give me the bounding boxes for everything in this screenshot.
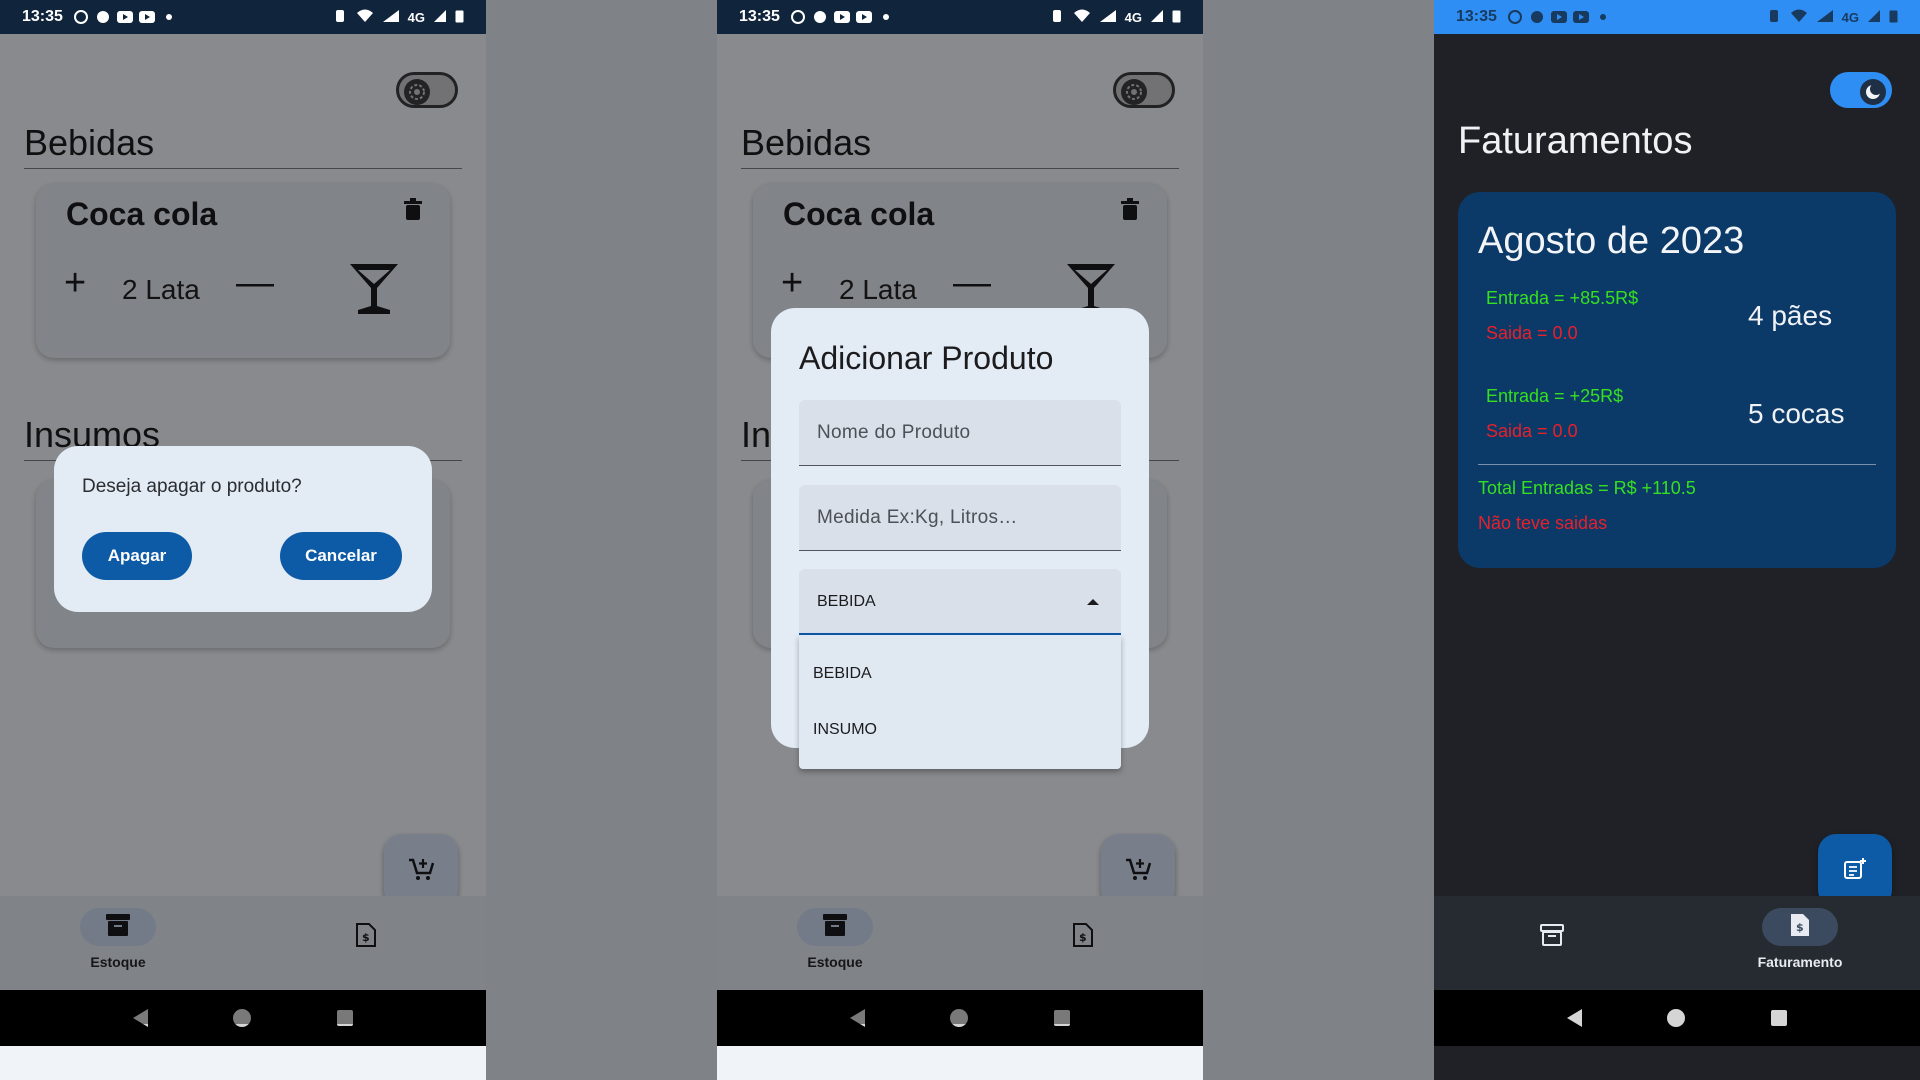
invoice-icon: $ (1790, 913, 1810, 942)
option-insumo[interactable]: INSUMO (813, 721, 877, 739)
archive-icon (1540, 923, 1564, 951)
battery-icon (1889, 9, 1898, 26)
entry-income: Entrada = +85.5R$ (1486, 288, 1639, 308)
wifi-icon (1073, 9, 1091, 26)
product-name-field[interactable]: Nome do Produto (799, 400, 1121, 466)
phone-stock-delete: 13:35 4G Bebidas Coca cola + 2 Lata — In… (0, 0, 486, 1080)
status-notification-icons (73, 10, 177, 24)
bottom-nav: $ Faturamento (1434, 896, 1920, 990)
nav-pill: $ (1762, 908, 1838, 946)
divider (1478, 464, 1876, 465)
measure-field[interactable]: Medida Ex:Kg, Litros… (799, 485, 1121, 551)
status-bar: 13:35 4G (1434, 0, 1920, 34)
vibrate-icon (1049, 9, 1065, 26)
status-time: 13:35 (22, 8, 63, 25)
youtube-icon (1550, 10, 1567, 24)
entry-item: 5 cocas (1748, 398, 1845, 429)
status-time: 13:35 (739, 8, 780, 25)
measure-placeholder: Medida Ex:Kg, Litros… (817, 507, 1018, 528)
dialog-title: Adicionar Produto (799, 340, 1054, 376)
category-value: BEBIDA (817, 593, 876, 610)
signal-icon (1816, 9, 1834, 26)
status-bar: 13:35 4G (717, 0, 1203, 34)
phone-billing: 13:35 4G Faturamentos Agosto de 2023 Ent… (1434, 0, 1920, 1080)
billing-screen: Faturamentos Agosto de 2023 Entrada = +8… (1434, 34, 1920, 1080)
theme-toggle[interactable] (1830, 72, 1892, 108)
category-select[interactable]: BEBIDA (799, 569, 1121, 635)
signal-icon (433, 9, 447, 26)
battery-icon (1172, 9, 1181, 26)
home-icon[interactable] (1667, 1009, 1686, 1027)
youtube-icon (138, 10, 155, 24)
nav-estoque[interactable] (1452, 896, 1652, 990)
app-icon (95, 10, 111, 24)
dot-icon (161, 10, 177, 24)
wifi-icon (356, 9, 374, 26)
app-icon (812, 10, 828, 24)
month-summary-card[interactable]: Agosto de 2023 Entrada = +85.5R$ Saida =… (1458, 192, 1896, 568)
status-system-icons: 4G (1766, 9, 1898, 26)
status-bar: 13:35 4G (0, 0, 486, 34)
network-type: 4G (1841, 9, 1859, 25)
network-type: 4G (407, 9, 425, 25)
svg-text:$: $ (1796, 921, 1804, 934)
wifi-icon (1790, 9, 1808, 26)
signal-icon (1150, 9, 1164, 26)
dot-icon (1595, 10, 1611, 24)
vibrate-icon (332, 9, 348, 26)
nav-label-faturamento: Faturamento (1757, 954, 1843, 970)
battery-icon (455, 9, 464, 26)
youtube-icon (1572, 10, 1589, 24)
signal-icon (382, 9, 400, 26)
whatsapp-icon (73, 10, 89, 24)
total-income: Total Entradas = R$ +110.5 (1478, 478, 1696, 498)
status-notification-icons (790, 10, 894, 24)
category-dropdown-menu: BEBIDA INSUMO (799, 635, 1121, 769)
youtube-icon (116, 10, 133, 24)
month-title: Agosto de 2023 (1478, 220, 1745, 262)
delete-dialog: Deseja apagar o produto? Apagar Cancelar (54, 446, 432, 612)
whatsapp-icon (790, 10, 806, 24)
network-type: 4G (1124, 9, 1142, 25)
entry-expense: Saida = 0.0 (1486, 323, 1578, 343)
status-time: 13:35 (1456, 8, 1497, 25)
status-system-icons: 4G (1049, 9, 1181, 26)
product-name-placeholder: Nome do Produto (817, 422, 971, 443)
caret-up-icon (1087, 599, 1099, 605)
expenses-note: Não teve saidas (1478, 513, 1608, 533)
cancel-button[interactable]: Cancelar (280, 532, 402, 580)
entry-expense: Saida = 0.0 (1486, 421, 1578, 441)
page-title: Faturamentos (1458, 120, 1693, 162)
whatsapp-icon (1507, 10, 1523, 24)
nav-pill (1514, 918, 1590, 956)
youtube-icon (833, 10, 850, 24)
option-bebida[interactable]: BEBIDA (813, 665, 872, 683)
app-icon (1529, 10, 1545, 24)
youtube-icon (855, 10, 872, 24)
back-icon[interactable] (1566, 1009, 1582, 1027)
signal-icon (1867, 9, 1881, 26)
moon-icon (1860, 79, 1886, 105)
status-system-icons: 4G (332, 9, 464, 26)
status-notification-icons (1507, 10, 1611, 24)
phone-stock-add: 13:35 4G Bebidas Coca cola + 2 Lata — Es… (717, 0, 1203, 1080)
entry-item: 4 pães (1748, 300, 1833, 331)
entry-income: Entrada = +25R$ (1486, 386, 1624, 406)
confirm-delete-button[interactable]: Apagar (82, 532, 192, 580)
dialog-message: Deseja apagar o produto? (82, 476, 302, 497)
recents-icon[interactable] (1771, 1010, 1788, 1026)
vibrate-icon (1766, 9, 1782, 26)
note-add-icon (1843, 857, 1867, 886)
signal-icon (1099, 9, 1117, 26)
android-nav-bar (1434, 990, 1920, 1046)
dot-icon (878, 10, 894, 24)
nav-faturamento[interactable]: $ Faturamento (1700, 896, 1900, 990)
